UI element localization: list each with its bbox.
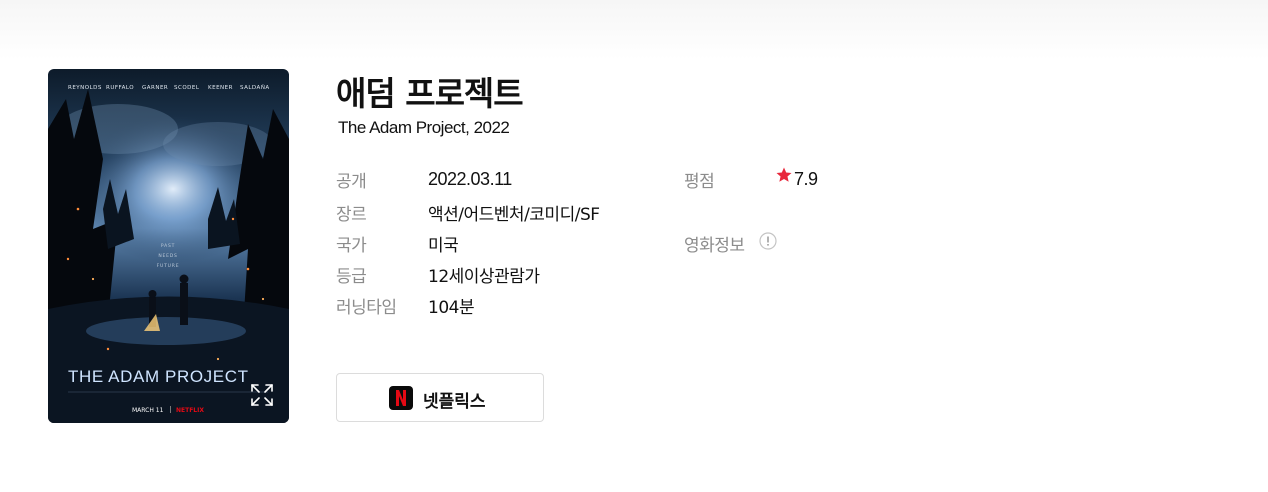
genre-label: 장르 bbox=[336, 205, 367, 225]
netflix-button-label: 넷플릭스 bbox=[423, 392, 486, 412]
netflix-button[interactable]: 넷플릭스 bbox=[336, 373, 544, 422]
age-rating-label: 등급 bbox=[336, 267, 367, 287]
release-value: 2022.03.11 bbox=[428, 169, 512, 189]
netflix-logo-icon bbox=[389, 386, 413, 410]
expand-icon[interactable] bbox=[248, 381, 276, 409]
movie-title: 애덤 프로젝트 bbox=[336, 74, 524, 113]
poster-cast-name: SCODEL bbox=[174, 85, 200, 91]
score-value: 7.9 bbox=[794, 169, 818, 189]
movie-info-label: 영화정보 bbox=[684, 236, 745, 256]
runtime-label: 러닝타임 bbox=[336, 298, 397, 318]
poster-release-text: MARCH 11 bbox=[132, 407, 164, 414]
genre-value: 액션/어드벤처/코미디/SF bbox=[428, 205, 600, 225]
release-label: 공개 bbox=[336, 172, 367, 192]
poster-cast-name: GARNER bbox=[142, 85, 168, 91]
poster-cast-name: SALDAÑA bbox=[240, 84, 270, 91]
movie-title-english: The Adam Project, 2022 bbox=[338, 118, 510, 137]
poster-cast-name: KEENER bbox=[208, 85, 233, 91]
info-icon[interactable] bbox=[759, 232, 777, 250]
poster-cast-name: RUFFALO bbox=[106, 85, 134, 91]
runtime-value: 104분 bbox=[428, 298, 475, 318]
poster-tagline: FUTURE bbox=[157, 263, 180, 269]
star-icon bbox=[776, 167, 792, 182]
country-label: 국가 bbox=[336, 236, 367, 256]
poster-image: REYNOLDS RUFFALO GARNER SCODEL KEENER SA… bbox=[48, 69, 289, 423]
country-value: 미국 bbox=[428, 236, 459, 256]
age-rating-value: 12세이상관람가 bbox=[428, 267, 540, 287]
poster-logo-text: THE ADAM PROJECT bbox=[68, 367, 249, 386]
poster-tagline: NEEDS bbox=[158, 253, 177, 259]
movie-poster[interactable]: REYNOLDS RUFFALO GARNER SCODEL KEENER SA… bbox=[48, 69, 289, 423]
poster-tagline: PAST bbox=[161, 243, 175, 249]
poster-cast-name: REYNOLDS bbox=[68, 85, 102, 91]
poster-netflix-text: NETFLIX bbox=[176, 407, 204, 414]
score-label: 평점 bbox=[684, 172, 715, 192]
